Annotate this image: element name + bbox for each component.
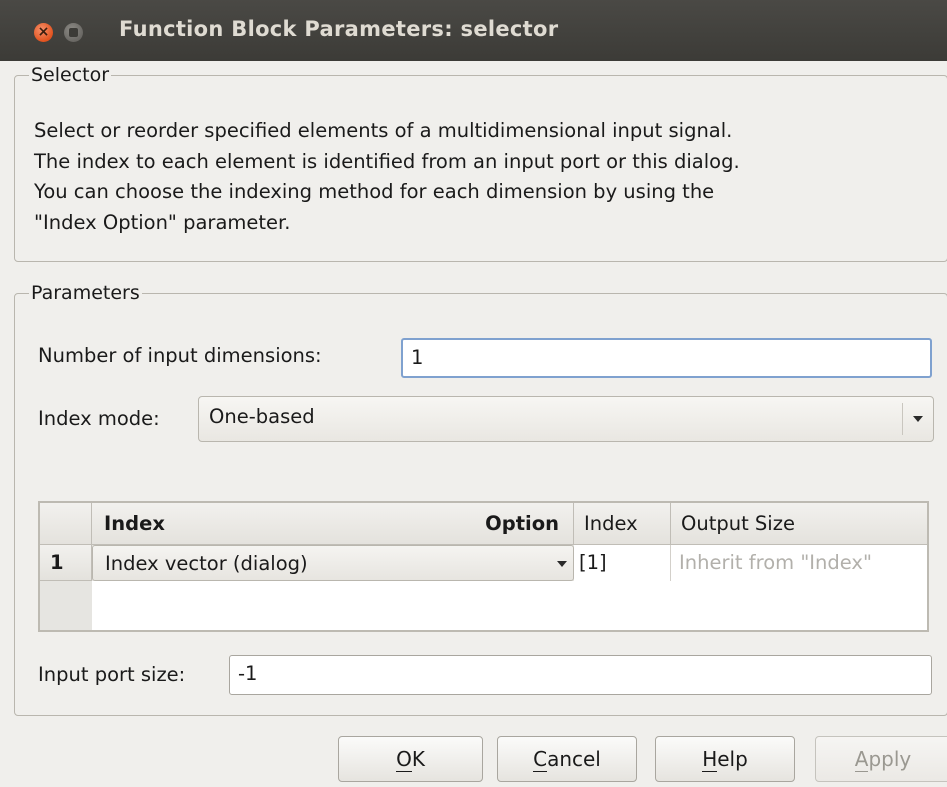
output-size-cell: Inherit from "Index" bbox=[671, 545, 927, 581]
header-index-col: Index bbox=[574, 503, 671, 545]
header-index2-label: Index bbox=[584, 512, 638, 535]
header-index-option: Index Option bbox=[92, 503, 574, 545]
input-port-size-label: Input port size: bbox=[38, 663, 186, 686]
input-port-size-value: -1 bbox=[238, 662, 258, 685]
apply-button[interactable]: Apply bbox=[815, 736, 947, 782]
index-option-select[interactable]: Index vector (dialog) bbox=[92, 545, 574, 581]
num-dims-input[interactable]: 1 bbox=[401, 338, 932, 378]
cancel-mnemonic: C bbox=[533, 747, 548, 772]
dropdown-arrow-icon bbox=[557, 561, 567, 567]
output-size-value: Inherit from "Index" bbox=[679, 551, 872, 574]
cancel-label-rest: ancel bbox=[547, 747, 601, 771]
index-table: Index Option Index Output Size 1 Index v… bbox=[38, 501, 929, 632]
header-option-label: Option bbox=[485, 512, 559, 535]
index-mode-label: Index mode: bbox=[38, 407, 160, 430]
ok-mnemonic: O bbox=[396, 747, 412, 772]
ok-label-rest: K bbox=[411, 747, 425, 771]
minimize-icon[interactable] bbox=[64, 23, 83, 42]
ok-button[interactable]: OK bbox=[338, 736, 483, 782]
cancel-button[interactable]: Cancel bbox=[497, 736, 637, 782]
close-icon[interactable]: × bbox=[34, 23, 53, 42]
parameters-group-legend: Parameters bbox=[31, 282, 140, 304]
index-option-value: Index vector (dialog) bbox=[105, 552, 308, 575]
table-empty-area bbox=[92, 581, 927, 630]
title-bar: × Function Block Parameters: selector bbox=[0, 0, 947, 61]
row-number: 1 bbox=[40, 545, 92, 581]
index-mode-value: One-based bbox=[209, 405, 315, 428]
num-dims-label: Number of input dimensions: bbox=[38, 344, 322, 367]
index-value: [1] bbox=[579, 551, 607, 574]
help-button[interactable]: Help bbox=[655, 736, 795, 782]
description-line: You can choose the indexing method for e… bbox=[34, 180, 715, 203]
index-value-cell[interactable]: [1] bbox=[574, 545, 671, 581]
apply-mnemonic: A bbox=[854, 747, 869, 772]
num-dims-value: 1 bbox=[411, 346, 424, 369]
header-output-size: Output Size bbox=[671, 503, 927, 545]
window-title: Function Block Parameters: selector bbox=[119, 17, 559, 41]
row-number-label: 1 bbox=[50, 551, 64, 574]
block-description: Select or reorder specified elements of … bbox=[34, 116, 934, 238]
description-line: The index to each element is identified … bbox=[34, 149, 740, 173]
help-label-rest: elp bbox=[717, 747, 748, 771]
header-output-size-label: Output Size bbox=[681, 512, 795, 535]
input-port-size-input[interactable]: -1 bbox=[229, 655, 932, 695]
description-line: "Index Option" parameter. bbox=[34, 210, 291, 234]
help-mnemonic: H bbox=[702, 747, 718, 772]
index-mode-select[interactable]: One-based bbox=[198, 396, 934, 442]
combo-separator bbox=[902, 403, 903, 435]
selector-group-legend: Selector bbox=[31, 64, 110, 86]
dropdown-arrow-icon bbox=[913, 416, 923, 422]
table-corner bbox=[40, 503, 92, 545]
header-index-label: Index bbox=[104, 512, 165, 535]
apply-label-rest: pply bbox=[868, 747, 912, 771]
description-line: Select or reorder specified elements of … bbox=[34, 119, 733, 142]
